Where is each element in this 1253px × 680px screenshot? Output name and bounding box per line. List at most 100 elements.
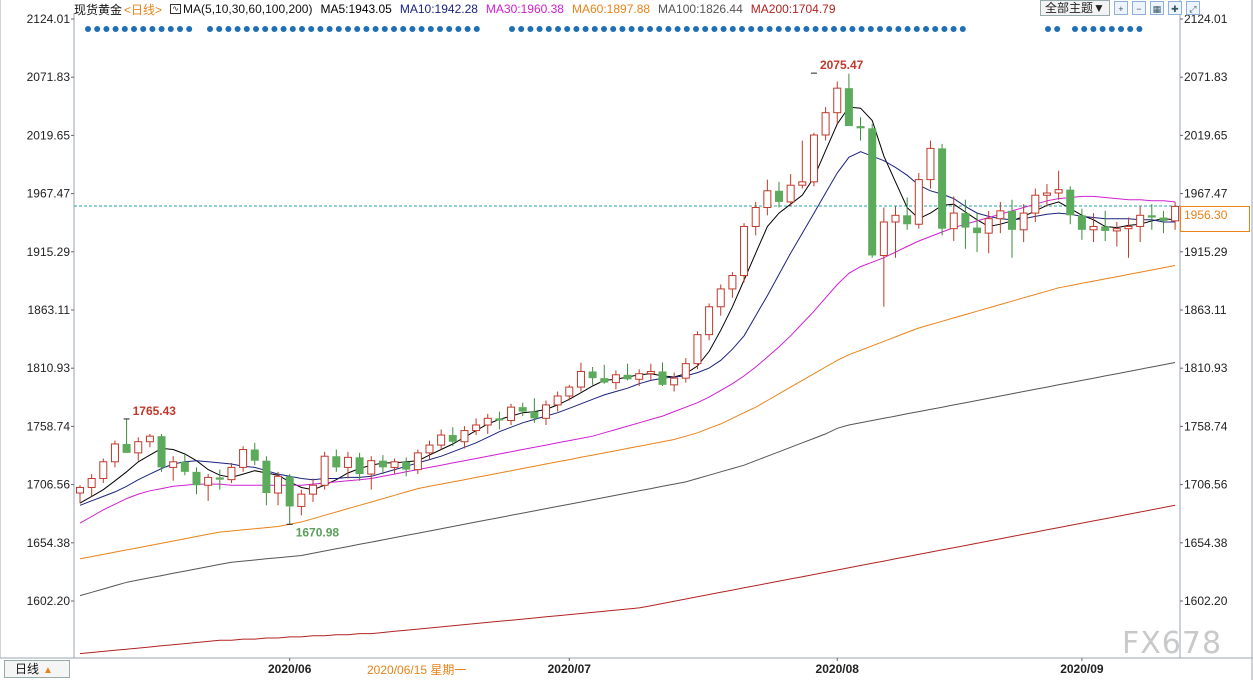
chart-frame <box>0 0 1253 680</box>
event-dot <box>216 26 223 32</box>
event-dot <box>400 26 407 32</box>
event-dot <box>555 26 561 32</box>
event-dot <box>140 26 147 32</box>
event-dot <box>803 26 810 32</box>
candle <box>518 402 527 417</box>
candle-body <box>507 406 516 422</box>
event-dot <box>131 26 137 32</box>
event-dot <box>748 26 755 32</box>
candle-body <box>565 386 574 397</box>
event-dot <box>867 26 874 32</box>
candle <box>553 391 562 412</box>
candle-body <box>1066 189 1075 216</box>
x-tick-label: 2020/08 <box>816 662 860 676</box>
candle-body <box>297 493 306 507</box>
candle <box>740 223 749 283</box>
cross-icon[interactable]: ✚ <box>1167 1 1182 15</box>
event-dot <box>564 26 571 32</box>
event-dot <box>757 26 764 32</box>
event-dot <box>904 26 911 32</box>
high-price-label: 1765.43 <box>133 404 177 418</box>
event-dot <box>243 26 250 32</box>
candle <box>192 467 201 495</box>
candle-body <box>180 461 189 472</box>
candle <box>460 426 469 449</box>
candle-body <box>215 477 224 480</box>
candlestick-chart[interactable]: 1765.431670.982075.47 2124.01 2124.012071… <box>0 0 1253 680</box>
candle-body <box>646 370 655 375</box>
event-dot <box>418 26 425 32</box>
candle <box>87 474 96 497</box>
event-dot <box>363 26 370 32</box>
period-switch-button[interactable]: 日线 ▲ <box>4 660 70 678</box>
event-dot <box>427 26 434 32</box>
candle-body <box>996 210 1005 220</box>
fullscreen-icon[interactable]: ⤢ <box>1185 1 1200 15</box>
event-dot <box>702 26 709 32</box>
candle <box>611 370 620 390</box>
y-tick-label-left: 1967.47 <box>27 187 71 201</box>
event-dot <box>923 26 929 32</box>
candle-body <box>204 476 213 486</box>
candle-body <box>1112 228 1121 232</box>
ma100-value: MA100:1826.44 <box>658 2 743 16</box>
candle <box>786 174 795 207</box>
event-dot <box>573 26 580 32</box>
event-dot <box>941 26 948 32</box>
candle-body <box>600 378 609 383</box>
event-dot <box>665 26 672 32</box>
event-dot <box>656 26 663 32</box>
candle <box>1019 204 1028 243</box>
candle-body <box>868 128 877 256</box>
period-label[interactable]: <日线> <box>124 1 162 18</box>
event-dot <box>112 26 119 32</box>
candle-body <box>740 225 749 277</box>
candle <box>180 453 189 476</box>
candle <box>1101 210 1110 241</box>
candle-body <box>518 407 527 412</box>
y-tick-label-right: 1654.38 <box>1184 536 1228 550</box>
ma-line-ma200 <box>79 504 1176 655</box>
candle-body <box>76 486 84 494</box>
event-dot <box>299 26 305 32</box>
zoom-in-icon[interactable]: + <box>1113 1 1128 15</box>
candle-body <box>775 190 783 202</box>
event-dot <box>1127 26 1134 32</box>
candle-body <box>891 214 900 223</box>
event-dot <box>473 26 480 32</box>
event-dot <box>158 26 165 32</box>
event-dot <box>464 26 471 32</box>
candle <box>670 372 679 392</box>
event-dot <box>225 26 232 32</box>
candle-body <box>413 452 422 471</box>
event-dot <box>391 26 397 32</box>
event-dot <box>739 26 745 32</box>
candle <box>1042 184 1051 207</box>
candle-body <box>670 377 679 386</box>
candle-body <box>751 207 760 227</box>
ma-indicator-icon[interactable]: ∿ <box>170 4 182 14</box>
zoom-out-icon[interactable]: − <box>1131 1 1146 15</box>
event-dot <box>619 26 626 32</box>
theme-dropdown-button[interactable]: 全部主题▼ <box>1040 0 1110 16</box>
event-dot <box>345 26 351 32</box>
candle-body <box>1159 217 1168 221</box>
candle <box>390 458 399 475</box>
event-dot <box>683 26 690 32</box>
candle <box>145 433 154 448</box>
event-dots-row[interactable] <box>85 26 1143 32</box>
candle-body <box>786 184 795 203</box>
event-dot <box>1108 26 1115 32</box>
event-dot <box>858 26 865 32</box>
y-tick-label-left: 1706.56 <box>27 478 71 492</box>
event-dot <box>647 26 653 32</box>
candle <box>542 400 550 425</box>
candle <box>775 181 783 208</box>
event-dot <box>85 26 91 32</box>
grid-icon[interactable]: ▦ <box>1149 1 1164 15</box>
candle-body <box>355 457 364 475</box>
candles-group[interactable] <box>76 73 1180 525</box>
candle-body <box>262 460 271 494</box>
candle-body <box>856 126 865 129</box>
candle <box>297 489 306 516</box>
